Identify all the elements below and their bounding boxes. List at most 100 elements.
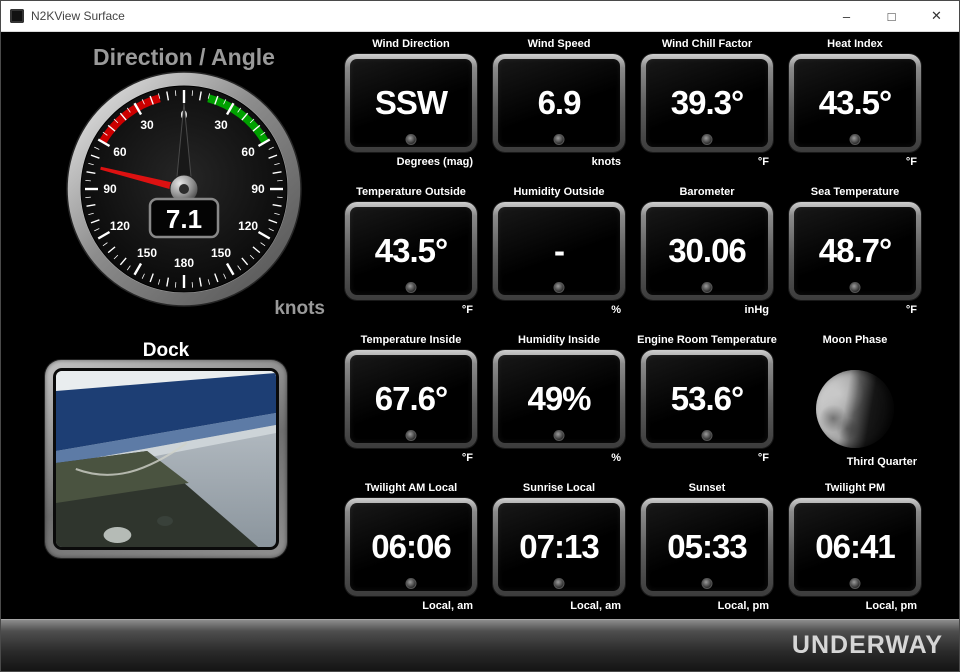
instrument-display[interactable]: - bbox=[493, 202, 625, 300]
instrument-display[interactable]: 05:33 bbox=[641, 498, 773, 596]
display-power-button bbox=[553, 282, 565, 293]
gauge-tick-label: 30 bbox=[214, 118, 228, 132]
window-titlebar: N2KView Surface – □ ✕ bbox=[1, 1, 959, 32]
display-power-button bbox=[849, 134, 861, 145]
instrument-label: Humidity Inside bbox=[518, 334, 600, 346]
instrument-unit: °F bbox=[757, 156, 769, 168]
instrument-humidity-outside: Humidity Outside - % bbox=[485, 185, 633, 333]
instrument-heat-index: Heat Index 43.5° °F bbox=[781, 37, 929, 185]
instrument-label: Wind Chill Factor bbox=[661, 38, 753, 50]
display-power-button bbox=[849, 578, 861, 589]
instrument-unit: °F bbox=[905, 156, 917, 168]
gauge-tick-label: 90 bbox=[103, 182, 117, 196]
instrument-grid: Wind Direction SSW Degrees (mag) Wind Sp… bbox=[337, 37, 929, 629]
app-window: N2KView Surface – □ ✕ Direction / Angle bbox=[0, 0, 960, 672]
instrument-engine-room-temperature: Engine Room Temperature 53.6° °F bbox=[633, 333, 781, 481]
display-power-button bbox=[553, 430, 565, 441]
instrument-moon-phase: Moon Phase Third Quarter bbox=[781, 333, 929, 481]
instrument-wind-chill: Wind Chill Factor 39.3° °F bbox=[633, 37, 781, 185]
instrument-display[interactable]: 49% bbox=[493, 350, 625, 448]
gauge-tick-label: 150 bbox=[137, 246, 157, 260]
instrument-display[interactable]: 43.5° bbox=[345, 202, 477, 300]
instrument-label: Sunrise Local bbox=[522, 482, 596, 494]
instrument-value: 48.7° bbox=[818, 232, 892, 269]
instrument-unit: % bbox=[611, 452, 621, 464]
instrument-label: Engine Room Temperature bbox=[637, 334, 777, 346]
instrument-twilight-pm: Twilight PM 06:41 Local, pm bbox=[781, 481, 929, 629]
instrument-unit: Local, am bbox=[570, 600, 621, 612]
instrument-display[interactable]: 48.7° bbox=[789, 202, 921, 300]
camera-title: Dock bbox=[142, 340, 190, 361]
instrument-unit: inHg bbox=[744, 304, 769, 316]
gauge-tick-label: 60 bbox=[241, 145, 255, 159]
gauge-tick-label: 120 bbox=[238, 219, 258, 233]
instrument-label: Twilight PM bbox=[824, 482, 886, 494]
minimize-button[interactable]: – bbox=[824, 1, 869, 31]
maximize-button[interactable]: □ bbox=[869, 1, 914, 31]
gauge-tick-label: 30 bbox=[140, 118, 154, 132]
instrument-display[interactable]: 06:06 bbox=[345, 498, 477, 596]
instrument-twilight-am: Twilight AM Local 06:06 Local, am bbox=[337, 481, 485, 629]
instrument-value: - bbox=[554, 232, 565, 269]
gauge-tick-label: 90 bbox=[251, 182, 265, 196]
instrument-unit: °F bbox=[461, 452, 473, 464]
instrument-label: Twilight AM Local bbox=[364, 482, 458, 494]
gauge-unit-label: knots bbox=[274, 298, 325, 319]
instrument-label: Barometer bbox=[679, 186, 735, 198]
instrument-unit: Local, am bbox=[422, 600, 473, 612]
display-power-button bbox=[701, 134, 713, 145]
instrument-label: Humidity Outside bbox=[513, 186, 605, 198]
instrument-value: 07:13 bbox=[519, 528, 599, 565]
instrument-unit: Local, pm bbox=[865, 600, 917, 612]
instrument-display[interactable]: SSW bbox=[345, 54, 477, 152]
instrument-value: 43.5° bbox=[818, 84, 892, 121]
gauge-tick-label: 120 bbox=[110, 219, 130, 233]
instrument-display[interactable]: 43.5° bbox=[789, 54, 921, 152]
gauge-title: Direction / Angle bbox=[93, 44, 275, 70]
status-text: UNDERWAY bbox=[791, 631, 943, 659]
window-title: N2KView Surface bbox=[31, 9, 125, 23]
instrument-temperature-outside: Temperature Outside 43.5° °F bbox=[337, 185, 485, 333]
instrument-unit: °F bbox=[757, 452, 769, 464]
gauge-tick-label: 180 bbox=[174, 256, 194, 270]
instrument-label: Heat Index bbox=[827, 38, 883, 50]
display-power-button bbox=[553, 578, 565, 589]
instrument-display[interactable]: 39.3° bbox=[641, 54, 773, 152]
close-button[interactable]: ✕ bbox=[914, 1, 959, 31]
display-power-button bbox=[701, 282, 713, 293]
gauge-digital-value: 7.1 bbox=[166, 204, 202, 234]
instrument-display[interactable]: 53.6° bbox=[641, 350, 773, 448]
instrument-display[interactable]: 07:13 bbox=[493, 498, 625, 596]
instrument-display[interactable]: 6.9 bbox=[493, 54, 625, 152]
display-power-button bbox=[553, 134, 565, 145]
instrument-value: 6.9 bbox=[537, 84, 582, 121]
instrument-temperature-inside: Temperature Inside 67.6° °F bbox=[337, 333, 485, 481]
instrument-unit: % bbox=[611, 304, 621, 316]
instrument-unit: Degrees (mag) bbox=[396, 156, 473, 168]
gauge-hub-center bbox=[179, 184, 189, 194]
gauge-tick-label: 150 bbox=[211, 246, 231, 260]
gauge-tick-label: 60 bbox=[113, 145, 127, 159]
instrument-unit: Third Quarter bbox=[846, 456, 917, 468]
wind-angle-gauge[interactable]: 0306090120150180306090120150 7.1 bbox=[64, 69, 304, 309]
instrument-humidity-inside: Humidity Inside 49% % bbox=[485, 333, 633, 481]
instrument-unit: °F bbox=[905, 304, 917, 316]
display-power-button bbox=[701, 430, 713, 441]
dock-camera[interactable] bbox=[45, 360, 287, 558]
instrument-value: 49% bbox=[527, 380, 591, 417]
display-power-button bbox=[405, 282, 417, 293]
camera-inner-frame bbox=[53, 368, 279, 550]
instrument-value: 30.06 bbox=[668, 232, 747, 269]
instrument-display[interactable]: 06:41 bbox=[789, 498, 921, 596]
instrument-label: Temperature Outside bbox=[356, 186, 466, 198]
display-power-button bbox=[701, 578, 713, 589]
instrument-display[interactable]: 67.6° bbox=[345, 350, 477, 448]
instrument-unit: knots bbox=[591, 156, 621, 168]
instrument-display[interactable]: 30.06 bbox=[641, 202, 773, 300]
instrument-wind-direction: Wind Direction SSW Degrees (mag) bbox=[337, 37, 485, 185]
instrument-sunset: Sunset 05:33 Local, pm bbox=[633, 481, 781, 629]
instrument-value: 67.6° bbox=[374, 380, 448, 417]
app-icon bbox=[10, 9, 24, 23]
display-power-button bbox=[405, 430, 417, 441]
instrument-value: 53.6° bbox=[670, 380, 744, 417]
